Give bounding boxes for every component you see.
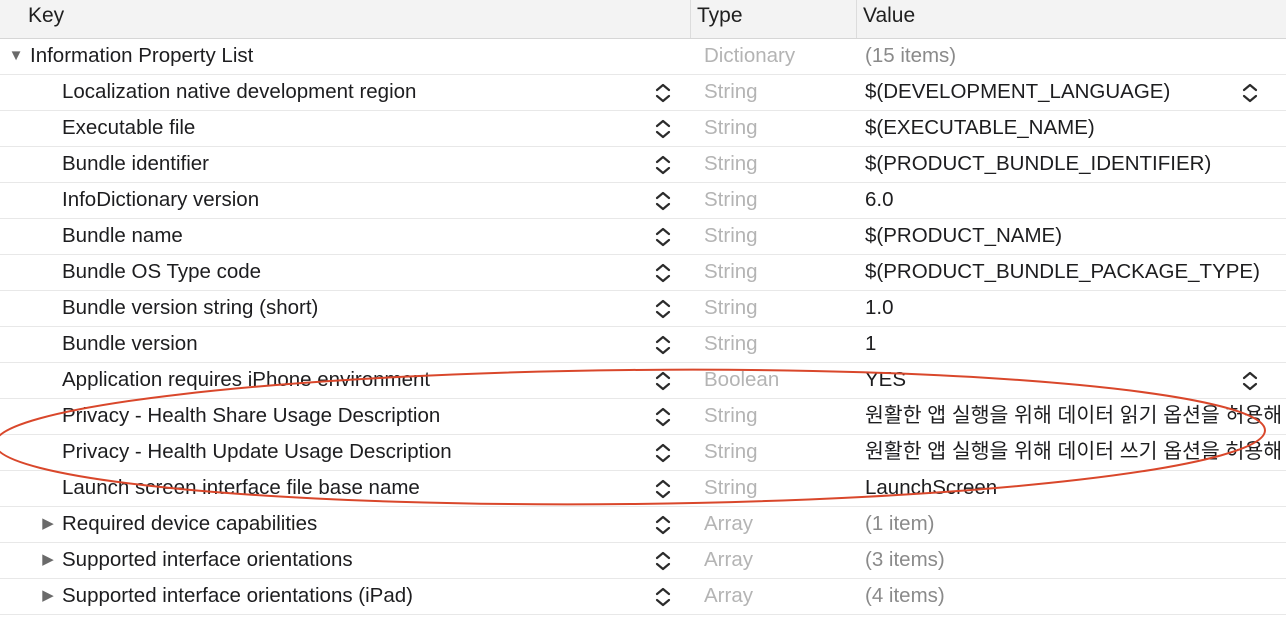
up-down-stepper-icon[interactable] xyxy=(653,514,673,536)
plist-row[interactable]: Application requires iPhone environment … xyxy=(0,363,1286,399)
disclosure-triangle-down-icon[interactable]: ▼ xyxy=(6,39,26,74)
up-down-stepper-icon[interactable] xyxy=(653,370,673,392)
plist-row[interactable]: Executable file String $(EXECUTABLE_NAME… xyxy=(0,111,1286,147)
row-key[interactable]: Privacy - Health Share Usage Description xyxy=(62,399,642,434)
row-value[interactable]: $(PRODUCT_BUNDLE_PACKAGE_TYPE) xyxy=(865,255,1286,290)
row-value[interactable]: 1 xyxy=(865,327,1286,362)
row-key[interactable]: Supported interface orientations (iPad) xyxy=(62,579,642,614)
column-header-bar: Key Type Value xyxy=(0,0,1286,39)
row-key[interactable]: InfoDictionary version xyxy=(62,183,642,218)
row-type[interactable]: String xyxy=(704,399,854,434)
row-type[interactable]: Array xyxy=(704,579,854,614)
row-key[interactable]: Required device capabilities xyxy=(62,507,642,542)
plist-row[interactable]: InfoDictionary version String 6.0 xyxy=(0,183,1286,219)
row-value[interactable]: 6.0 xyxy=(865,183,1286,218)
plist-row[interactable]: Bundle version string (short) String 1.0 xyxy=(0,291,1286,327)
up-down-stepper-icon[interactable] xyxy=(653,154,673,176)
row-key[interactable]: Supported interface orientations xyxy=(62,543,642,578)
plist-row[interactable]: Bundle identifier String $(PRODUCT_BUNDL… xyxy=(0,147,1286,183)
row-type[interactable]: String xyxy=(704,471,854,506)
plist-table: ▼ Information Property List Dictionary (… xyxy=(0,39,1286,615)
row-value[interactable]: $(PRODUCT_BUNDLE_IDENTIFIER) xyxy=(865,147,1286,182)
row-key[interactable]: Launch screen interface file base name xyxy=(62,471,642,506)
row-key[interactable]: Information Property List xyxy=(30,39,610,74)
row-key[interactable]: Bundle name xyxy=(62,219,642,254)
up-down-stepper-icon[interactable] xyxy=(653,82,673,104)
up-down-stepper-icon[interactable] xyxy=(653,550,673,572)
row-key[interactable]: Privacy - Health Update Usage Descriptio… xyxy=(62,435,642,470)
up-down-stepper-icon[interactable] xyxy=(653,334,673,356)
row-key[interactable]: Executable file xyxy=(62,111,642,146)
plist-row[interactable]: Privacy - Health Update Usage Descriptio… xyxy=(0,435,1286,471)
up-down-stepper-icon[interactable] xyxy=(1240,370,1260,392)
row-key[interactable]: Bundle version string (short) xyxy=(62,291,642,326)
row-value[interactable]: $(EXECUTABLE_NAME) xyxy=(865,111,1286,146)
row-value[interactable]: $(DEVELOPMENT_LANGUAGE) xyxy=(865,75,1286,110)
row-value[interactable]: 원활한 앱 실행을 위해 데이터 읽기 옵션을 허용해 xyxy=(865,399,1286,434)
row-key[interactable]: Bundle identifier xyxy=(62,147,642,182)
row-value: (4 items) xyxy=(865,584,945,607)
up-down-stepper-icon[interactable] xyxy=(653,298,673,320)
row-type[interactable]: String xyxy=(704,291,854,326)
up-down-stepper-icon[interactable] xyxy=(653,226,673,248)
row-value: (3 items) xyxy=(865,548,945,571)
row-value[interactable]: YES xyxy=(865,363,1286,398)
row-type[interactable]: String xyxy=(704,75,854,110)
up-down-stepper-icon[interactable] xyxy=(1240,82,1260,104)
row-type[interactable]: Array xyxy=(704,507,854,542)
up-down-stepper-icon[interactable] xyxy=(653,406,673,428)
row-value[interactable]: 1.0 xyxy=(865,291,1286,326)
row-type[interactable]: String xyxy=(704,219,854,254)
plist-row[interactable]: Bundle OS Type code String $(PRODUCT_BUN… xyxy=(0,255,1286,291)
row-value: (1 item) xyxy=(865,512,935,535)
plist-root-row[interactable]: ▼ Information Property List Dictionary (… xyxy=(0,39,1286,75)
plist-row[interactable]: ▶ Required device capabilities Array (1 … xyxy=(0,507,1286,543)
row-type[interactable]: String xyxy=(704,327,854,362)
plist-row[interactable]: Localization native development region S… xyxy=(0,75,1286,111)
column-header-type[interactable]: Type xyxy=(690,0,856,38)
row-type[interactable]: Boolean xyxy=(704,363,854,398)
column-header-key[interactable]: Key xyxy=(0,0,690,38)
up-down-stepper-icon[interactable] xyxy=(653,190,673,212)
disclosure-triangle-right-icon[interactable]: ▶ xyxy=(38,579,58,614)
up-down-stepper-icon[interactable] xyxy=(653,478,673,500)
up-down-stepper-icon[interactable] xyxy=(653,442,673,464)
disclosure-triangle-right-icon[interactable]: ▶ xyxy=(38,507,58,542)
row-key[interactable]: Application requires iPhone environment xyxy=(62,363,642,398)
plist-row[interactable]: Bundle version String 1 xyxy=(0,327,1286,363)
row-type[interactable]: Dictionary xyxy=(704,39,854,74)
row-value[interactable]: 원활한 앱 실행을 위해 데이터 쓰기 옵션을 허용해 xyxy=(865,435,1286,470)
row-key[interactable]: Localization native development region xyxy=(62,75,642,110)
row-type[interactable]: String xyxy=(704,255,854,290)
row-type[interactable]: String xyxy=(704,111,854,146)
row-type[interactable]: Array xyxy=(704,543,854,578)
row-key[interactable]: Bundle version xyxy=(62,327,642,362)
up-down-stepper-icon[interactable] xyxy=(653,586,673,608)
plist-row[interactable]: ▶ Supported interface orientations (iPad… xyxy=(0,579,1286,615)
plist-row[interactable]: ▶ Supported interface orientations Array… xyxy=(0,543,1286,579)
row-key[interactable]: Bundle OS Type code xyxy=(62,255,642,290)
row-value: (15 items) xyxy=(865,44,957,67)
plist-row[interactable]: Bundle name String $(PRODUCT_NAME) xyxy=(0,219,1286,255)
up-down-stepper-icon[interactable] xyxy=(653,118,673,140)
disclosure-triangle-right-icon[interactable]: ▶ xyxy=(38,543,58,578)
row-type[interactable]: String xyxy=(704,147,854,182)
row-type[interactable]: String xyxy=(704,435,854,470)
row-value[interactable]: LaunchScreen xyxy=(865,471,1286,506)
row-type[interactable]: String xyxy=(704,183,854,218)
up-down-stepper-icon[interactable] xyxy=(653,262,673,284)
column-header-value[interactable]: Value xyxy=(856,0,1286,38)
plist-row[interactable]: Launch screen interface file base name S… xyxy=(0,471,1286,507)
plist-row[interactable]: Privacy - Health Share Usage Description… xyxy=(0,399,1286,435)
row-value[interactable]: $(PRODUCT_NAME) xyxy=(865,219,1286,254)
